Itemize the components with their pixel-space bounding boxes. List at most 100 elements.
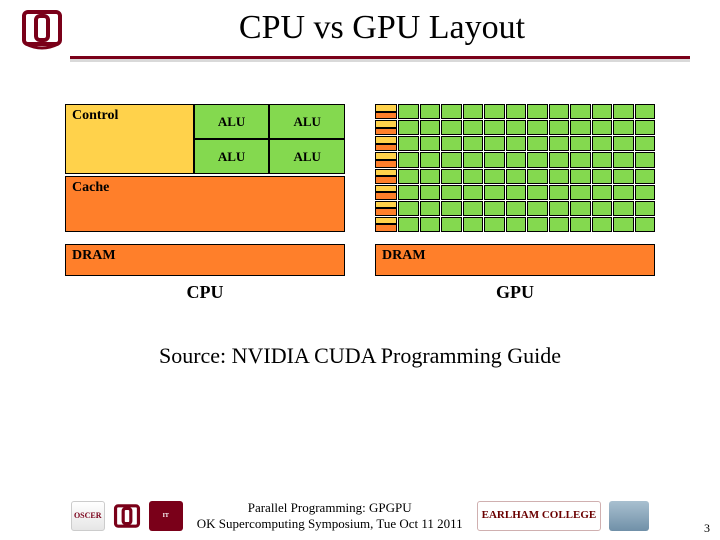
cpu-label: CPU <box>187 282 224 303</box>
gpu-core <box>441 104 461 119</box>
gpu-row-cache <box>375 112 397 120</box>
gpu-core <box>420 169 440 184</box>
footer-line-2: OK Supercomputing Symposium, Tue Oct 11 … <box>197 516 463 532</box>
gpu-core <box>635 217 655 232</box>
gpu-core <box>549 217 569 232</box>
gpu-row-control <box>375 169 397 184</box>
gpu-core <box>441 136 461 151</box>
gpu-core <box>570 104 590 119</box>
slide-header: CPU vs GPU Layout <box>0 0 720 54</box>
gpu-core <box>441 201 461 216</box>
photo-thumbnail-icon <box>609 501 649 531</box>
gpu-rows <box>375 104 655 232</box>
gpu-row-control <box>375 152 397 167</box>
gpu-row-cache <box>375 208 397 216</box>
gpu-core <box>570 217 590 232</box>
gpu-core <box>549 169 569 184</box>
gpu-core <box>506 136 526 151</box>
gpu-row-cache <box>375 176 397 184</box>
gpu-core <box>420 217 440 232</box>
gpu-core <box>506 152 526 167</box>
gpu-row <box>375 185 655 200</box>
gpu-core <box>484 185 504 200</box>
gpu-label: GPU <box>496 282 534 303</box>
source-citation: Source: NVIDIA CUDA Programming Guide <box>0 343 720 369</box>
cpu-alu: ALU <box>194 139 270 174</box>
gpu-core <box>484 201 504 216</box>
gpu-core <box>592 136 612 151</box>
gpu-core-grid <box>398 185 655 200</box>
gpu-core <box>527 217 547 232</box>
gpu-core <box>441 185 461 200</box>
gpu-row-control <box>375 120 397 135</box>
title-rule-shadow <box>70 59 690 62</box>
ou-mini-logo-icon <box>113 502 141 530</box>
gpu-core <box>549 120 569 135</box>
gpu-core <box>635 169 655 184</box>
gpu-row-control-unit <box>375 201 397 209</box>
gpu-core <box>592 169 612 184</box>
gpu-core <box>635 185 655 200</box>
gpu-row-cache <box>375 128 397 136</box>
gpu-core <box>613 104 633 119</box>
footer-logos-left: OSCER IT <box>71 501 183 531</box>
gpu-core <box>613 120 633 135</box>
gpu-core <box>613 136 633 151</box>
gpu-row-control-unit <box>375 104 397 112</box>
gpu-row-control-unit <box>375 152 397 160</box>
gpu-core <box>527 136 547 151</box>
gpu-core <box>613 201 633 216</box>
gpu-core <box>570 120 590 135</box>
gpu-core <box>463 136 483 151</box>
gpu-core-grid <box>398 104 655 119</box>
gpu-row <box>375 104 655 119</box>
gpu-core <box>398 152 418 167</box>
gpu-core <box>613 217 633 232</box>
gpu-row-control <box>375 136 397 151</box>
cpu-top-row: Control ALU ALU ALU ALU <box>65 104 345 174</box>
gpu-core <box>398 136 418 151</box>
gpu-core <box>506 120 526 135</box>
cpu-alu-grid: ALU ALU ALU ALU <box>194 104 345 174</box>
gpu-core <box>570 185 590 200</box>
gpu-core <box>463 201 483 216</box>
oscer-logo-icon: OSCER <box>71 501 105 531</box>
gpu-core <box>527 169 547 184</box>
gpu-core <box>613 185 633 200</box>
gpu-dram: DRAM <box>375 244 655 276</box>
gpu-row-control-unit <box>375 136 397 144</box>
gpu-core <box>420 136 440 151</box>
gpu-core-grid <box>398 169 655 184</box>
it-logo-icon: IT <box>149 501 183 531</box>
slide-footer: OSCER IT Parallel Programming: GPGPU OK … <box>0 500 720 533</box>
gpu-core <box>463 169 483 184</box>
gpu-core <box>420 120 440 135</box>
gpu-core <box>441 169 461 184</box>
gpu-row-control-unit <box>375 169 397 177</box>
gpu-core <box>398 185 418 200</box>
gpu-core <box>527 104 547 119</box>
gpu-core <box>549 152 569 167</box>
gpu-core <box>441 120 461 135</box>
gpu-row-cache <box>375 224 397 232</box>
gpu-core <box>463 120 483 135</box>
gpu-core <box>549 104 569 119</box>
gpu-core <box>613 169 633 184</box>
gpu-core <box>527 185 547 200</box>
gpu-core-grid <box>398 120 655 135</box>
gpu-row-control <box>375 201 397 216</box>
footer-text: Parallel Programming: GPGPU OK Supercomp… <box>197 500 463 533</box>
gpu-core-grid <box>398 217 655 232</box>
gpu-core <box>484 169 504 184</box>
gpu-core <box>484 120 504 135</box>
gpu-core <box>592 120 612 135</box>
footer-logos-right: EARLHAM COLLEGE <box>477 501 650 531</box>
gpu-core <box>527 120 547 135</box>
gpu-core <box>420 201 440 216</box>
gpu-core <box>506 169 526 184</box>
gpu-core <box>635 104 655 119</box>
gpu-core-grid <box>398 136 655 151</box>
ou-logo-icon <box>20 6 64 50</box>
gpu-core <box>570 152 590 167</box>
gpu-core <box>506 201 526 216</box>
